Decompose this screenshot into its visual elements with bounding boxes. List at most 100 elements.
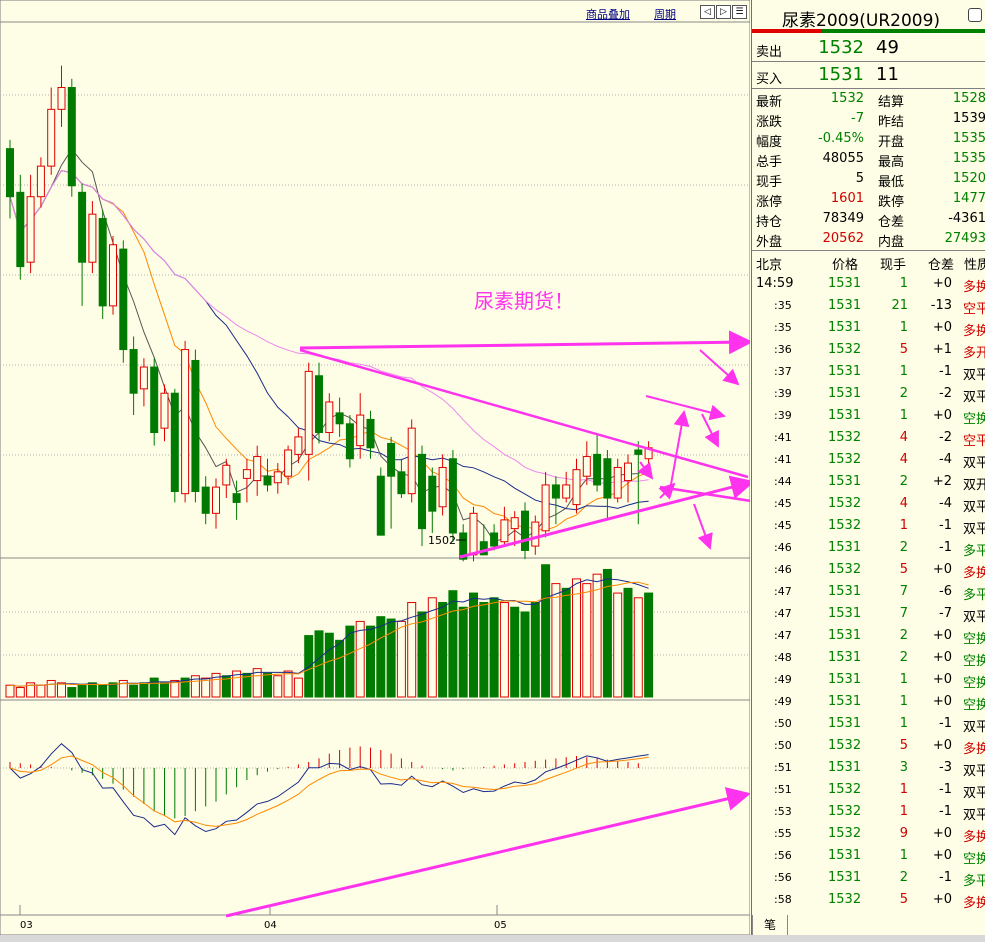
kline-chart[interactable]: 03 04 05 1502 尿素期货！ bbox=[0, 0, 750, 935]
stat-label: 最新 bbox=[756, 95, 783, 110]
trade-time: :36 bbox=[774, 343, 792, 356]
trade-time: :50 bbox=[774, 739, 792, 752]
trade-volume: 1 bbox=[899, 782, 908, 797]
volume-bar bbox=[510, 606, 520, 698]
trade-row[interactable]: :39 1531 2 -2 双平 bbox=[752, 383, 985, 405]
stat-value: 27493 bbox=[944, 231, 985, 246]
trade-row[interactable]: :47 1531 7 -6 多平 bbox=[752, 581, 985, 603]
trade-position-diff: -6 bbox=[939, 584, 952, 599]
stat-label: 最低 bbox=[878, 175, 905, 190]
candle-body bbox=[242, 469, 251, 479]
candle-body bbox=[500, 519, 509, 543]
candle-body bbox=[521, 510, 529, 551]
trade-price: 1532 bbox=[828, 892, 862, 907]
trade-row[interactable]: :46 1532 5 +0 多换 bbox=[752, 559, 985, 581]
volume-bar bbox=[396, 620, 406, 698]
trade-row[interactable]: :48 1531 2 +0 空换 bbox=[752, 647, 985, 669]
trade-row[interactable]: :35 1531 1 +0 多换 bbox=[752, 317, 985, 339]
direction-arrow bbox=[645, 395, 726, 421]
buy-label: 买入 bbox=[756, 72, 783, 87]
trade-nature: 双平 bbox=[963, 522, 985, 537]
trade-time: :46 bbox=[774, 563, 792, 576]
trade-price: 1532 bbox=[828, 804, 862, 819]
trade-row[interactable]: 14:59 1531 1 +0 多换 bbox=[752, 273, 985, 295]
trade-nature: 多换 bbox=[963, 742, 985, 757]
candle-body bbox=[129, 349, 138, 394]
trade-row[interactable]: :35 1531 21 -13 空平 bbox=[752, 295, 985, 317]
candle-body bbox=[438, 466, 447, 508]
trade-row[interactable]: :51 1532 1 -1 双平 bbox=[752, 779, 985, 801]
trade-volume: 4 bbox=[899, 430, 908, 445]
trade-time: :48 bbox=[774, 651, 792, 664]
trade-row[interactable]: :36 1532 5 +1 多开 bbox=[752, 339, 985, 361]
trade-row[interactable]: :47 1531 2 +0 空换 bbox=[752, 625, 985, 647]
trade-row[interactable]: :41 1532 4 -4 双平 bbox=[752, 449, 985, 471]
panel-toggle-icon[interactable] bbox=[968, 8, 982, 22]
trade-price: 1532 bbox=[828, 826, 862, 841]
trade-volume: 1 bbox=[899, 364, 908, 379]
scroll-left-icon[interactable]: ◁ bbox=[700, 5, 715, 19]
trade-nature: 双平 bbox=[963, 610, 985, 625]
trade-nature: 双平 bbox=[963, 764, 985, 779]
direction-arrow bbox=[701, 413, 719, 448]
trade-time: :47 bbox=[774, 629, 792, 642]
volume-bar bbox=[551, 583, 561, 698]
x-tick-label: 03 bbox=[20, 920, 33, 931]
candle-body bbox=[387, 442, 396, 477]
trade-row[interactable]: :44 1531 2 +2 双开 bbox=[752, 471, 985, 493]
volume-bar bbox=[5, 684, 15, 698]
stat-label: 涨跌 bbox=[756, 115, 783, 130]
trade-row[interactable]: :50 1532 5 +0 多换 bbox=[752, 735, 985, 757]
trade-volume: 5 bbox=[899, 342, 908, 357]
trade-nature: 空换 bbox=[963, 412, 985, 427]
overlay-link[interactable]: 商品叠加 bbox=[586, 6, 630, 22]
x-tick-label: 05 bbox=[494, 920, 507, 931]
trade-row[interactable]: :41 1532 4 -2 空平 bbox=[752, 427, 985, 449]
trade-price: 1531 bbox=[828, 298, 862, 313]
volume-bar bbox=[273, 675, 283, 698]
tab-trades[interactable]: 笔 bbox=[752, 915, 788, 936]
menu-icon[interactable]: ☰ bbox=[732, 5, 747, 19]
trade-row[interactable]: :53 1532 1 -1 双平 bbox=[752, 801, 985, 823]
trade-row[interactable]: :39 1531 1 +0 空换 bbox=[752, 405, 985, 427]
trade-row[interactable]: :50 1531 1 -1 双平 bbox=[752, 713, 985, 735]
candle-body bbox=[150, 366, 159, 434]
trade-row[interactable]: :45 1532 4 -4 双平 bbox=[752, 493, 985, 515]
stat-value: 1601 bbox=[830, 191, 864, 206]
trade-position-diff: -2 bbox=[939, 430, 952, 445]
trade-row[interactable]: :47 1531 7 -7 双平 bbox=[752, 603, 985, 625]
trade-row[interactable]: :45 1532 1 -1 双平 bbox=[752, 515, 985, 537]
trade-position-diff: -1 bbox=[939, 716, 952, 731]
scroll-right-icon[interactable]: ▷ bbox=[716, 5, 731, 19]
trade-row[interactable]: :56 1531 2 -1 多平 bbox=[752, 867, 985, 889]
trade-row[interactable]: :49 1531 1 +0 空换 bbox=[752, 669, 985, 691]
stat-label: 总手 bbox=[756, 155, 783, 170]
trade-nature: 空平 bbox=[963, 302, 985, 317]
direction-arrow bbox=[699, 349, 740, 386]
trade-time: :58 bbox=[774, 893, 792, 906]
candle-body bbox=[428, 475, 437, 512]
trade-row[interactable]: :56 1531 1 +0 空换 bbox=[752, 845, 985, 867]
trade-row[interactable]: :51 1531 3 -3 双平 bbox=[752, 757, 985, 779]
trade-time: :41 bbox=[774, 453, 792, 466]
sell-volume: 49 bbox=[876, 37, 899, 58]
trade-row[interactable]: :49 1531 1 +0 空换 bbox=[752, 691, 985, 713]
trade-nature: 空换 bbox=[963, 698, 985, 713]
trade-position-diff: -13 bbox=[930, 298, 952, 313]
candle-body bbox=[582, 456, 591, 477]
kline-chart-area[interactable]: 03 04 05 1502 尿素期货！ 商品叠加 周期 ◁ ▷ ☰ bbox=[0, 0, 750, 935]
trade-row[interactable]: :37 1531 1 -1 双平 bbox=[752, 361, 985, 383]
trade-row[interactable]: :46 1531 2 -1 多平 bbox=[752, 537, 985, 559]
stat-value: 78349 bbox=[822, 211, 864, 226]
volume-bar bbox=[77, 684, 87, 698]
trade-price: 1531 bbox=[828, 760, 862, 775]
trade-position-diff: +0 bbox=[932, 848, 952, 863]
trade-row[interactable]: :55 1532 9 +0 多换 bbox=[752, 823, 985, 845]
volume-bar bbox=[572, 578, 581, 698]
period-link[interactable]: 周期 bbox=[654, 6, 676, 22]
candle-body bbox=[57, 87, 66, 110]
trade-position-diff: -4 bbox=[939, 452, 952, 467]
trade-price: 1532 bbox=[828, 782, 862, 797]
trade-row[interactable]: :58 1532 5 +0 多换 bbox=[752, 889, 985, 911]
annotation-text: 尿素期货！ bbox=[474, 289, 574, 313]
